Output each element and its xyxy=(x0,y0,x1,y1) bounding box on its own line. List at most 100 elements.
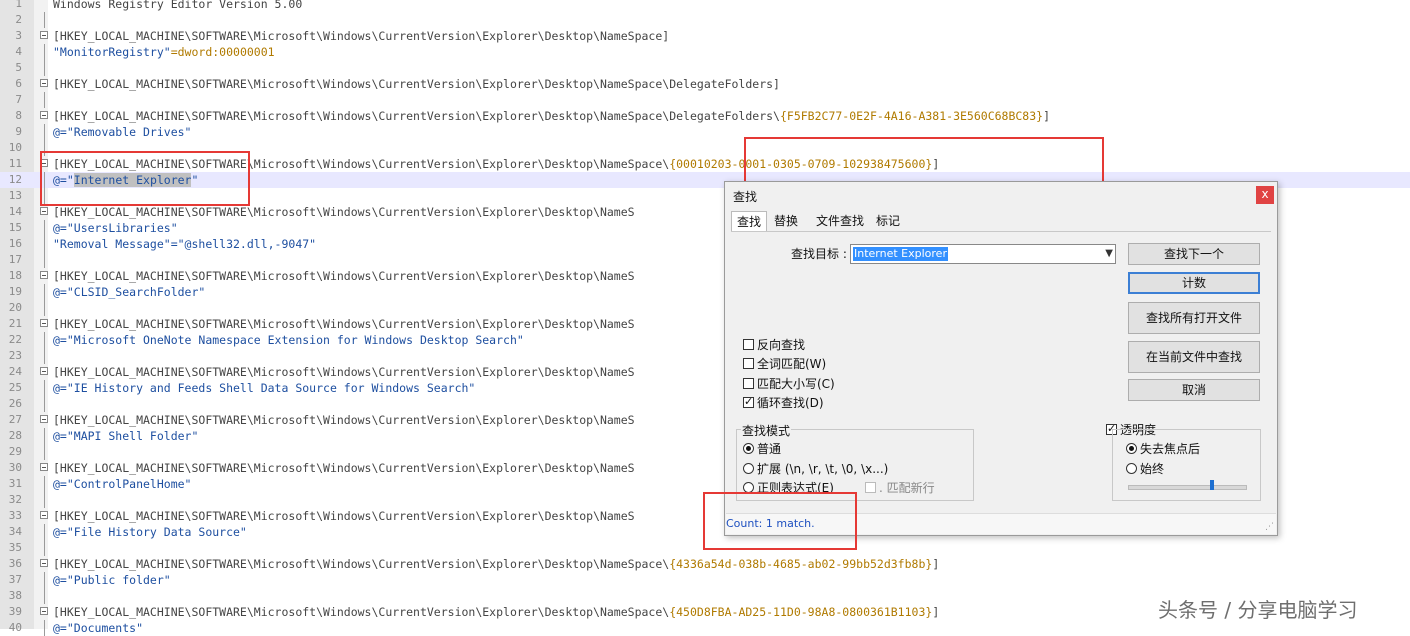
line-number: 35 xyxy=(8,541,22,554)
count-button[interactable]: 计数 xyxy=(1128,272,1260,294)
editor-line[interactable]: 5 xyxy=(0,60,1410,76)
editor-line[interactable]: 1 Windows Registry Editor Version 5.00 xyxy=(0,0,1410,12)
code-token: @="Documents" xyxy=(53,621,144,635)
code-token: {F5FB2C77-0E2F-4A16-A381-3E560C68BC83} xyxy=(779,109,1044,123)
line-number: 14 xyxy=(8,205,22,218)
fold-toggle-icon[interactable] xyxy=(40,207,48,215)
tab-divider xyxy=(731,231,1271,232)
whole-word-checkbox[interactable]: 全词匹配(W) xyxy=(743,356,826,372)
line-number: 22 xyxy=(8,333,22,346)
slider-thumb[interactable] xyxy=(1210,480,1214,490)
fold-toggle-icon[interactable] xyxy=(40,463,48,471)
fold-guide xyxy=(44,428,45,444)
code-token: [HKEY_LOCAL_MACHINE\SOFTWARE\Microsoft\W… xyxy=(53,317,635,331)
fold-toggle-icon[interactable] xyxy=(40,415,48,423)
code-text: @="Removable Drives" xyxy=(53,124,191,140)
fold-toggle-icon[interactable] xyxy=(40,79,48,87)
on-lose-focus-radio[interactable]: 失去焦点后 xyxy=(1126,441,1200,457)
line-number: 20 xyxy=(8,301,22,314)
find-dialog[interactable]: 查找 x 查找 替换 文件查找 标记 查找目标 : Internet Explo… xyxy=(724,181,1278,536)
code-token: [HKEY_LOCAL_MACHINE\SOFTWARE\Microsoft\W… xyxy=(53,29,670,43)
code-token: ] xyxy=(932,557,940,571)
line-number: 39 xyxy=(8,605,22,618)
reverse-search-checkbox[interactable]: 反向查找 xyxy=(743,337,805,353)
line-number: 18 xyxy=(8,269,22,282)
fold-guide xyxy=(44,492,45,508)
tab-replace[interactable]: 替换 xyxy=(769,211,803,231)
wrap-around-checkbox[interactable]: 循环查找(D) xyxy=(743,394,824,411)
code-text: "MonitorRegistry"=dword:00000001 xyxy=(53,44,275,60)
line-number: 36 xyxy=(8,557,22,570)
editor-line[interactable]: 3 [HKEY_LOCAL_MACHINE\SOFTWARE\Microsoft\… xyxy=(0,28,1410,44)
line-number: 32 xyxy=(8,493,22,506)
code-text: @="Documents" xyxy=(53,620,143,636)
find-in-current-button[interactable]: 在当前文件中查找 xyxy=(1128,341,1260,373)
code-token: {450D8FBA-AD25-11D0-98A8-0800361B1103} xyxy=(669,605,933,619)
fold-toggle-icon[interactable] xyxy=(40,559,48,567)
line-number: 19 xyxy=(8,285,22,298)
fold-toggle-icon[interactable] xyxy=(40,111,48,119)
line-number: 21 xyxy=(8,317,22,330)
match-case-checkbox[interactable]: 匹配大小写(C) xyxy=(743,376,835,392)
line-number: 17 xyxy=(8,253,22,266)
tab-find-in-files[interactable]: 文件查找 xyxy=(811,211,869,231)
fold-toggle-icon[interactable] xyxy=(40,367,48,375)
find-all-open-button[interactable]: 查找所有打开文件 xyxy=(1128,302,1260,334)
fold-toggle-icon[interactable] xyxy=(40,31,48,39)
line-number: 6 xyxy=(15,77,22,90)
always-radio[interactable]: 始终 xyxy=(1126,461,1164,477)
close-icon[interactable]: x xyxy=(1256,186,1274,204)
code-token: [HKEY_LOCAL_MACHINE\SOFTWARE\Microsoft\W… xyxy=(53,509,635,523)
dot-newline-checkbox[interactable]: . 匹配新行 xyxy=(865,480,935,496)
editor-line[interactable]: 37 @="Public folder" xyxy=(0,572,1410,588)
mode-extended-radio[interactable]: 扩展 (\n, \r, \t, \0, \x...) xyxy=(743,461,888,477)
cancel-button[interactable]: 取消 xyxy=(1128,379,1260,401)
fold-guide xyxy=(44,284,45,300)
code-token: @="Microsoft OneNote Namespace Extension… xyxy=(53,333,524,347)
line-number: 7 xyxy=(15,93,22,106)
editor-line[interactable]: 8 [HKEY_LOCAL_MACHINE\SOFTWARE\Microsoft\… xyxy=(0,108,1410,124)
fold-guide xyxy=(44,124,45,140)
find-next-button[interactable]: 查找下一个 xyxy=(1128,243,1260,265)
editor-line[interactable]: 9 @="Removable Drives" xyxy=(0,124,1410,140)
fold-toggle-icon[interactable] xyxy=(40,511,48,519)
editor-line[interactable]: 7 xyxy=(0,92,1410,108)
dialog-title: 查找 xyxy=(733,190,758,204)
code-token: @="CLSID_SearchFolder" xyxy=(53,285,206,299)
code-text: [HKEY_LOCAL_MACHINE\SOFTWARE\Microsoft\W… xyxy=(53,108,1050,124)
annotation-box-guid xyxy=(744,137,1104,185)
annotation-box-line11 xyxy=(40,151,250,206)
checkbox-label: 反向查找 xyxy=(757,338,806,352)
fold-toggle-icon[interactable] xyxy=(40,607,48,615)
chevron-down-icon[interactable]: ▼ xyxy=(1105,248,1113,259)
fold-guide xyxy=(44,44,45,60)
fold-toggle-icon[interactable] xyxy=(40,271,48,279)
code-text: @="UsersLibraries" xyxy=(53,220,178,236)
code-text: @="MAPI Shell Folder" xyxy=(53,428,198,444)
code-token: @="Removable Drives" xyxy=(53,125,192,139)
tab-mark[interactable]: 标记 xyxy=(871,211,905,231)
checkbox-label: 循环查找(D) xyxy=(757,396,824,410)
transparency-slider[interactable] xyxy=(1128,485,1247,490)
editor-line[interactable]: 4 "MonitorRegistry"=dword:00000001 xyxy=(0,44,1410,60)
editor-line[interactable]: 2 xyxy=(0,12,1410,28)
line-number: 15 xyxy=(8,221,22,234)
fold-guide xyxy=(44,332,45,348)
editor-line[interactable]: 36 [HKEY_LOCAL_MACHINE\SOFTWARE\Microsoft… xyxy=(0,556,1410,572)
code-token: [HKEY_LOCAL_MACHINE\SOFTWARE\Microsoft\W… xyxy=(53,557,670,571)
tab-find[interactable]: 查找 xyxy=(731,211,768,232)
mode-normal-radio[interactable]: 普通 xyxy=(743,441,781,457)
line-number: 33 xyxy=(8,509,22,522)
line-number: 9 xyxy=(15,125,22,138)
fold-guide xyxy=(44,380,45,396)
code-text: @="CLSID_SearchFolder" xyxy=(53,284,205,300)
code-token: [HKEY_LOCAL_MACHINE\SOFTWARE\Microsoft\W… xyxy=(53,605,670,619)
line-number: 29 xyxy=(8,445,22,458)
fold-toggle-icon[interactable] xyxy=(40,319,48,327)
line-number: 30 xyxy=(8,461,22,474)
editor-line[interactable]: 6 [HKEY_LOCAL_MACHINE\SOFTWARE\Microsoft\… xyxy=(0,76,1410,92)
fold-guide xyxy=(44,588,45,604)
find-target-input[interactable]: Internet Explorer ▼ xyxy=(850,244,1116,264)
line-number: 13 xyxy=(8,189,22,202)
resize-grip-icon[interactable]: ⋰ xyxy=(1265,522,1274,532)
